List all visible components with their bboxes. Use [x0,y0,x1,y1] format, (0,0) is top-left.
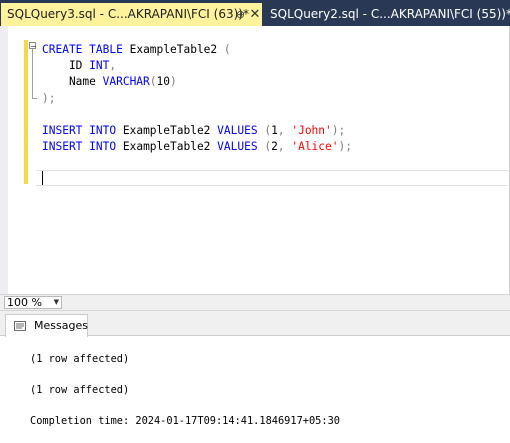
sql-punctuation: , [277,140,285,154]
sql-text: Name [42,75,103,89]
collapse-icon[interactable]: − [29,42,37,51]
code-line[interactable]: INSERT INTO ExampleTable2 VALUES (2, 'Al… [42,139,352,155]
sql-string: 'John' [291,123,332,137]
tab-sqlquery3[interactable]: SQLQuery3.sql - C...AKRAPANI\FCI (63))* … [1,3,262,26]
message-line: Completion time: 2024-01-17T09:14:41.184… [30,415,340,427]
sql-string: 'Alice' [291,140,339,154]
code-line[interactable]: INSERT INTO ExampleTable2 VALUES (1, 'Jo… [42,123,352,139]
tab-sqlquery2[interactable]: SQLQuery2.sql - C...AKRAPANI\FCI (55))* [266,3,510,26]
code-line[interactable]: CREATE TABLE ExampleTable2 ( [42,42,352,58]
sql-keyword: CREATE [42,43,83,56]
sql-keyword: VALUES [217,140,258,154]
close-icon[interactable]: ✕ [249,3,261,26]
outline-guide [32,43,33,99]
sql-text: ExampleTable2 [116,140,218,154]
messages-icon [14,321,26,331]
sql-keyword: INTO [89,123,117,137]
sql-keyword: INTO [89,140,117,154]
message-line: (1 row affected) [30,353,130,365]
code-line[interactable] [42,107,352,123]
sql-punctuation: , [109,59,117,73]
editor-gutter [0,26,8,294]
sql-punctuation: ( [149,75,157,89]
results-tab-strip: Messages [0,311,510,337]
code-line[interactable]: ID INT, [42,58,352,74]
message-line: (1 row affected) [30,384,130,396]
results-pane: Messages (1 row affected) (1 row affecte… [0,311,510,443]
code-line[interactable]: ); [42,91,352,107]
sql-text: ID [42,59,90,73]
pin-icon[interactable]: ⊕ [234,3,247,26]
document-tab-strip: SQLQuery3.sql - C...AKRAPANI\FCI (63))* … [0,0,510,26]
code-line[interactable]: Name VARCHAR(10) [42,74,352,90]
sql-code[interactable]: CREATE TABLE ExampleTable2 ( ID INT, Nam… [42,42,352,155]
zoom-value: 100 % [7,296,42,309]
sql-keyword: VARCHAR [102,75,150,89]
sql-keyword: TABLE [89,43,123,56]
text-caret [42,171,43,185]
sql-text: ExampleTable2 [116,123,218,137]
sql-keyword: VALUES [217,123,258,137]
sql-keyword: INSERT [42,140,83,154]
sql-punctuation: ); [331,123,346,137]
editor-status-bar: 100 % ▼ [0,294,510,311]
sql-punctuation: ( [223,43,231,56]
sql-keyword: INSERT [42,123,83,137]
sql-punctuation: ); [42,91,56,105]
query-editor[interactable]: − CREATE TABLE ExampleTable2 ( ID INT, N… [0,26,510,294]
sql-punctuation: , [277,123,285,137]
tab-sqlquery3-label: SQLQuery3.sql - C...AKRAPANI\FCI (63))* [7,7,249,21]
sql-text: 1 [271,123,278,137]
sql-text: 10 [156,75,171,89]
zoom-select[interactable]: 100 % ▼ [4,296,62,309]
tab-sqlquery2-label: SQLQuery2.sql - C...AKRAPANI\FCI (55))* [270,7,510,21]
sql-keyword: INT [89,59,110,73]
tab-messages-label: Messages [34,319,88,332]
change-tracking-bar [24,40,28,184]
sql-text: ExampleTable2 [122,43,224,56]
messages-output: (1 row affected) (1 row affected) Comple… [0,336,510,443]
sql-text: 2 [271,140,278,154]
current-line-highlight [36,170,510,186]
dropdown-arrow-icon[interactable]: ▼ [54,297,59,308]
tab-messages[interactable]: Messages [5,314,88,337]
sql-punctuation: ); [338,140,352,154]
sql-punctuation: ) [170,75,177,89]
outline-end [32,98,37,99]
